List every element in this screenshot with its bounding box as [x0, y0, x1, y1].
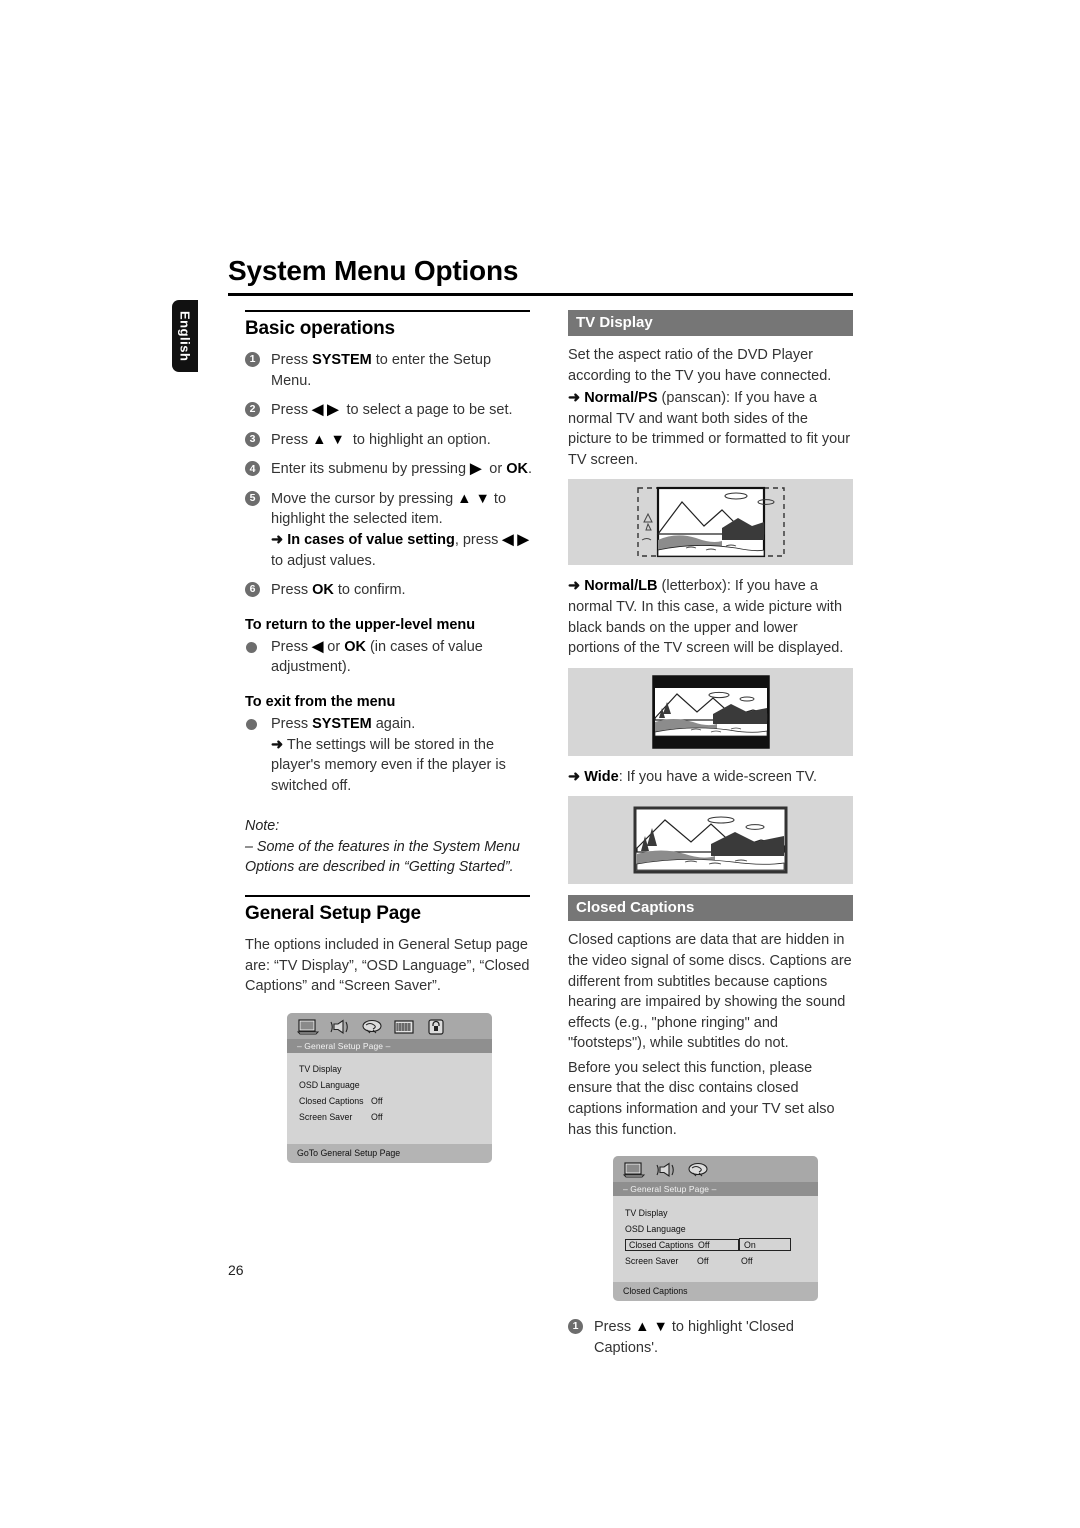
step-text: Press ◀ ▶ to select a page to be set.	[271, 402, 513, 419]
heading-exit-menu: To exit from the menu	[245, 693, 396, 710]
step-item: 4 Enter its submenu by pressing ▶ or OK.	[245, 459, 535, 480]
note-text: – Some of the features in the System Men…	[245, 838, 520, 875]
step-text: Press ▲ ▼ to highlight an option.	[271, 431, 491, 448]
osd-option-label: Screen Saver	[299, 1112, 353, 1123]
osd-option-value: Off	[371, 1112, 383, 1123]
step-text: Press ▲ ▼ to highlight 'Closed Captions'…	[594, 1319, 794, 1356]
osd-option-list: TV Display OSD Language Closed Captions …	[287, 1053, 492, 1124]
step-text: Press SYSTEM to enter the Setup Menu.	[271, 352, 492, 389]
osd-row[interactable]: Screen Saver Off	[299, 1111, 492, 1124]
osd-option-value: Off	[371, 1096, 383, 1107]
osd-option-label: OSD Language	[299, 1080, 360, 1091]
osd-option-label: Closed Captions	[299, 1096, 364, 1107]
osd-row-selected[interactable]: Closed Captions Off On	[625, 1238, 818, 1252]
tv-display-icon	[621, 1161, 647, 1180]
osd-page-title: – General Setup Page –	[613, 1182, 818, 1197]
step-number: 6	[245, 582, 260, 598]
basic-operations-steps: 1 Press SYSTEM to enter the Setup Menu. …	[245, 350, 535, 601]
step-item: 1 Press SYSTEM to enter the Setup Menu.	[245, 350, 535, 391]
page-number: 26	[228, 1262, 244, 1278]
osd-option-label: TV Display	[299, 1064, 342, 1075]
audio-setup-icon	[327, 1017, 353, 1036]
section-divider	[245, 895, 530, 898]
step-item: 3 Press ▲ ▼ to highlight an option.	[245, 430, 535, 451]
osd-option-label: TV Display	[625, 1207, 668, 1218]
audio-setup-icon	[653, 1161, 679, 1180]
osd-row[interactable]: OSD Language	[299, 1079, 492, 1092]
tv-display-icon	[295, 1017, 321, 1036]
osd-option-list: TV Display OSD Language Closed Captions …	[613, 1196, 818, 1267]
video-setup-icon	[391, 1017, 417, 1036]
step-number: 4	[245, 461, 260, 477]
closed-captions-para1: Closed captions are data that are hidden…	[568, 932, 852, 1052]
heading-general-setup-page: General Setup Page	[245, 903, 421, 925]
osd-row[interactable]: Closed Captions Off	[299, 1095, 492, 1108]
osd-submenu-value[interactable]: On	[739, 1238, 791, 1252]
right-column: TV Display Set the aspect ratio of the D…	[568, 310, 853, 1367]
step-number: 2	[245, 402, 260, 418]
osd-row[interactable]: OSD Language	[625, 1222, 818, 1235]
general-setup-intro: The options included in General Setup pa…	[245, 937, 530, 995]
bullet-item-exit: Press SYSTEM again. ➜ The settings will b…	[245, 714, 535, 796]
page-title: System Menu Options	[228, 255, 519, 286]
illustration-widescreen	[568, 796, 853, 885]
panscan-diagram	[636, 487, 785, 558]
bullet-text: Press ◀ or OK (in cases of value adjustm…	[271, 638, 483, 676]
osd-row[interactable]: Screen Saver Off Off	[625, 1254, 818, 1267]
step-item: 5 Move the cursor by pressing ▲ ▼ to hig…	[245, 489, 535, 571]
step-number: 5	[245, 490, 260, 506]
illustration-letterbox	[568, 667, 853, 756]
bullet-dot-icon	[246, 641, 257, 653]
osd-submenu-value[interactable]: Off	[737, 1256, 781, 1266]
step-item: 2 Press ◀ ▶ to select a page to be set.	[245, 400, 535, 421]
tv-display-normal-ps: ➜ Normal/PS (panscan): If you have a nor…	[568, 390, 851, 468]
title-divider	[228, 293, 853, 296]
step-item-closed-captions: 1 Press ▲ ▼ to highlight 'Closed Caption…	[568, 1317, 853, 1358]
osd-status-bar: Closed Captions	[613, 1282, 818, 1302]
osd-screenshot-closed-captions: – General Setup Page – TV Display OSD La…	[613, 1156, 818, 1302]
bullet-item-return: Press ◀ or OK (in cases of value adjustm…	[245, 637, 535, 678]
section-divider	[245, 310, 530, 312]
osd-icon-bar	[287, 1012, 492, 1039]
osd-row[interactable]: TV Display	[625, 1206, 818, 1219]
heading-tv-display: TV Display	[568, 310, 853, 336]
osd-page-title: – General Setup Page –	[287, 1038, 492, 1053]
widescreen-diagram	[633, 806, 788, 874]
manual-page: System Menu Options English Basic operat…	[0, 0, 1080, 1528]
step-item: 6 Press OK to confirm.	[245, 580, 535, 601]
osd-option-value: Off	[697, 1255, 709, 1266]
tv-display-intro: Set the aspect ratio of the DVD Player a…	[568, 347, 832, 384]
letterbox-diagram	[651, 675, 770, 749]
tv-display-wide: ➜ Wide: If you have a wide-screen TV.	[568, 768, 817, 785]
closed-captions-para2: Before you select this function, please …	[568, 1059, 835, 1138]
illustration-panscan	[568, 479, 853, 566]
step-text: Press OK to confirm.	[271, 582, 406, 599]
step-number: 1	[245, 352, 260, 367]
heading-basic-operations: Basic operations	[245, 318, 395, 339]
note-label: Note:	[245, 818, 280, 835]
tv-display-normal-lb: ➜ Normal/LB (letterbox): If you have a n…	[568, 578, 844, 657]
step-number: 3	[245, 431, 260, 447]
language-tab: English	[172, 300, 198, 372]
heading-return-upper-level: To return to the upper-level menu	[245, 616, 476, 633]
osd-option-label: Closed Captions	[625, 1238, 698, 1251]
osd-option-label: OSD Language	[625, 1223, 686, 1234]
language-tab-label: English	[177, 310, 193, 362]
osd-option-label: Screen Saver	[625, 1255, 679, 1266]
step-number: 1	[568, 1319, 583, 1335]
bullet-dot-icon	[246, 718, 257, 730]
heading-closed-captions: Closed Captions	[568, 895, 853, 922]
osd-row[interactable]: TV Display	[299, 1063, 492, 1076]
left-column: Basic operations 1 Press SYSTEM to enter…	[245, 310, 535, 1163]
osd-screenshot-general-setup: – General Setup Page – TV Display OSD La…	[287, 1012, 492, 1163]
osd-option-value: Off	[698, 1238, 739, 1251]
bullet-text: Press SYSTEM again. ➜ The settings will b…	[271, 715, 506, 794]
osd-icon-bar	[613, 1156, 818, 1183]
step-text: Move the cursor by pressing ▲ ▼ to highl…	[271, 490, 533, 569]
preference-icon	[359, 1017, 385, 1036]
step-text: Enter its submenu by pressing ▶ or OK.	[271, 461, 532, 478]
osd-status-bar: GoTo General Setup Page	[287, 1143, 492, 1163]
password-lock-icon	[423, 1017, 449, 1036]
preference-icon	[685, 1161, 711, 1180]
